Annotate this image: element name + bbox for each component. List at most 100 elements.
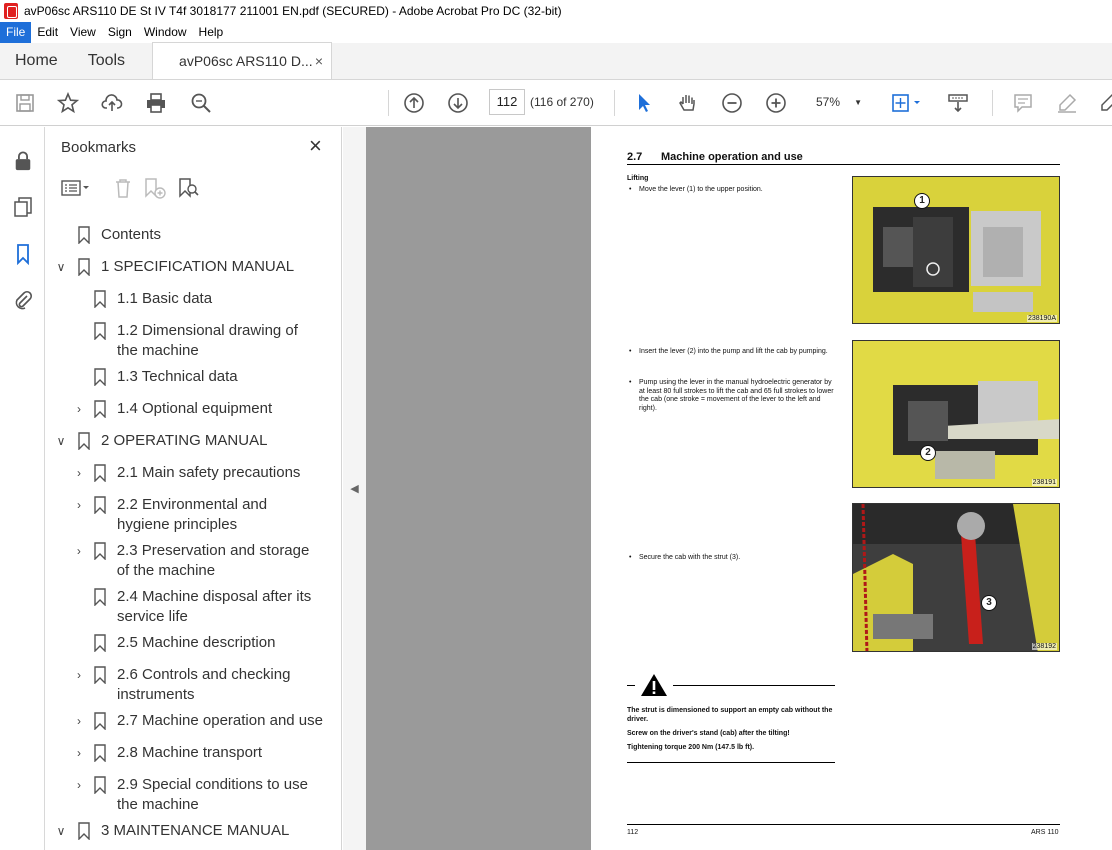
bookmark-list: Contents ∨ 1 SPECIFICATION MANUAL 1.1 Ba… xyxy=(45,217,326,850)
scroll-mode-icon[interactable] xyxy=(946,91,970,115)
bookmark-icon xyxy=(93,665,107,685)
photo-caption: 238190A xyxy=(1026,315,1057,322)
document-view[interactable]: 2.7Machine operation and use Lifting Mov… xyxy=(366,127,1112,850)
callout-2: 2 xyxy=(920,445,936,461)
chevron-right-icon[interactable]: › xyxy=(71,711,87,731)
bookmark-item[interactable]: ∨ 1 SPECIFICATION MANUAL xyxy=(53,257,294,277)
bookmark-item[interactable]: 1.1 Basic data xyxy=(93,289,323,309)
page-number-input[interactable]: 112 xyxy=(489,89,525,115)
tab-tools[interactable]: Tools xyxy=(73,43,140,79)
attachment-icon[interactable] xyxy=(11,288,35,312)
warning-icon xyxy=(641,674,667,696)
bookmark-item[interactable]: › 2.9 Special conditions to use the mach… xyxy=(71,775,323,815)
tab-document[interactable]: avP06sc ARS110 D... × xyxy=(152,42,333,79)
toolbar-separator xyxy=(992,90,993,116)
chevron-right-icon[interactable]: › xyxy=(71,463,87,483)
bookmarks-panel: Bookmarks × Contents ∨ 1 SPECIFICATION M… xyxy=(45,127,385,850)
new-bookmark-icon[interactable] xyxy=(143,177,167,204)
close-icon[interactable]: × xyxy=(309,135,322,157)
star-icon[interactable] xyxy=(56,91,80,115)
bookmark-icon xyxy=(93,541,107,561)
options-menu-icon[interactable] xyxy=(61,178,91,203)
bookmark-item[interactable]: Contents xyxy=(61,225,161,245)
hand-icon[interactable] xyxy=(676,91,700,115)
instruction-step: Pump using the lever in the manual hydro… xyxy=(627,379,837,413)
bookmark-icon xyxy=(77,225,91,245)
bookmark-item[interactable]: 2.4 Machine disposal after its service l… xyxy=(93,587,323,627)
lock-icon[interactable] xyxy=(11,149,35,173)
bookmark-icon xyxy=(93,775,107,795)
chevron-right-icon[interactable]: › xyxy=(71,541,87,561)
highlight-icon[interactable] xyxy=(1055,91,1079,115)
bookmark-icon xyxy=(93,321,107,341)
fit-page-icon[interactable] xyxy=(890,91,924,115)
acrobat-app-icon xyxy=(4,3,18,19)
bookmark-item[interactable]: 1.3 Technical data xyxy=(93,367,323,387)
chevron-down-icon[interactable]: ∨ xyxy=(53,821,69,841)
bookmark-item[interactable]: › 2.8 Machine transport xyxy=(71,743,323,763)
photo-caption: 238192 xyxy=(1031,643,1057,650)
chevron-left-icon: ◀ xyxy=(350,483,359,495)
sign-icon[interactable] xyxy=(1097,91,1112,115)
menu-edit[interactable]: Edit xyxy=(31,22,64,43)
menu-view[interactable]: View xyxy=(64,22,102,43)
menu-window[interactable]: Window xyxy=(138,22,193,43)
zoom-in-icon[interactable] xyxy=(764,91,788,115)
bookmark-icon xyxy=(93,399,107,419)
chevron-right-icon[interactable]: › xyxy=(71,495,87,515)
bookmark-item[interactable]: › 2.1 Main safety precautions xyxy=(71,463,323,483)
bookmark-item[interactable]: › 2.7 Machine operation and use xyxy=(71,711,323,731)
upload-icon[interactable] xyxy=(100,91,124,115)
bookmark-item[interactable]: › 1.4 Optional equipment xyxy=(71,399,323,419)
bookmark-item[interactable]: 2.5 Machine description xyxy=(93,633,323,653)
instruction-step: Move the lever (1) to the upper position… xyxy=(627,186,837,195)
trash-icon[interactable] xyxy=(113,177,133,204)
save-icon[interactable] xyxy=(13,91,37,115)
bookmarks-toolbar xyxy=(61,177,201,203)
menu-sign[interactable]: Sign xyxy=(102,22,138,43)
zoom-value: 57% xyxy=(816,95,841,109)
photo-pump: 2 238191 xyxy=(852,340,1060,488)
menu-file[interactable]: File xyxy=(0,22,32,43)
photo-strut: 3 238192 xyxy=(852,503,1060,652)
comment-icon[interactable] xyxy=(1011,91,1035,115)
bookmark-item[interactable]: ∨ 3 MAINTENANCE MANUAL xyxy=(53,821,289,841)
bookmark-item[interactable]: › 2.2 Environmental and hygiene principl… xyxy=(71,495,323,535)
footer-model: ARS 110 xyxy=(1031,829,1059,836)
chevron-right-icon[interactable]: › xyxy=(71,743,87,763)
chevron-down-icon[interactable]: ∨ xyxy=(53,431,69,451)
bookmark-item[interactable]: 1.2 Dimensional drawing of the machine xyxy=(93,321,323,361)
bookmark-icon xyxy=(93,743,107,763)
bookmark-item[interactable]: › 2.3 Preservation and storage of the ma… xyxy=(71,541,323,581)
chevron-right-icon[interactable]: › xyxy=(71,665,87,685)
prev-page-icon[interactable] xyxy=(402,91,426,115)
find-icon[interactable] xyxy=(189,91,213,115)
collapse-panel-handle[interactable]: ◀ xyxy=(343,127,366,850)
footer-page-number: 112 xyxy=(627,829,639,836)
next-page-icon[interactable] xyxy=(446,91,470,115)
bookmark-item[interactable]: › 2.6 Controls and checking instruments xyxy=(71,665,323,705)
tab-document-label: avP06sc ARS110 D... xyxy=(179,53,313,69)
menu-help[interactable]: Help xyxy=(193,22,230,43)
zoom-out-icon[interactable] xyxy=(720,91,744,115)
zoom-select[interactable]: 57% ▼ xyxy=(806,89,866,115)
section-heading: 2.7 Machine operation and use xyxy=(627,151,1060,165)
chevron-right-icon[interactable]: › xyxy=(71,399,87,419)
tab-home[interactable]: Home xyxy=(0,43,73,79)
pdf-page: 2.7Machine operation and use Lifting Mov… xyxy=(591,127,1112,850)
chevron-down-icon[interactable]: ∨ xyxy=(53,257,69,277)
instruction-step: Insert the lever (2) into the pump and l… xyxy=(627,348,837,357)
callout-3: 3 xyxy=(981,595,997,611)
tab-close-icon[interactable]: × xyxy=(315,53,323,69)
find-bookmark-icon[interactable] xyxy=(177,177,201,204)
window-title: avP06sc ARS110 DE St IV T4f 3018177 2110… xyxy=(24,4,562,18)
bookmark-panel-icon[interactable] xyxy=(11,242,35,266)
warning-text: Tightening torque 200 Nm (147.5 lb ft). xyxy=(627,744,755,751)
select-pointer-icon[interactable] xyxy=(632,91,656,115)
print-icon[interactable] xyxy=(144,91,168,115)
page-count: (116 of 270) xyxy=(530,95,594,109)
pages-icon[interactable] xyxy=(11,195,35,219)
warning-text: The strut is dimensioned to support an e… xyxy=(627,707,833,723)
bookmark-item[interactable]: ∨ 2 OPERATING MANUAL xyxy=(53,431,267,451)
chevron-right-icon[interactable]: › xyxy=(71,775,87,795)
